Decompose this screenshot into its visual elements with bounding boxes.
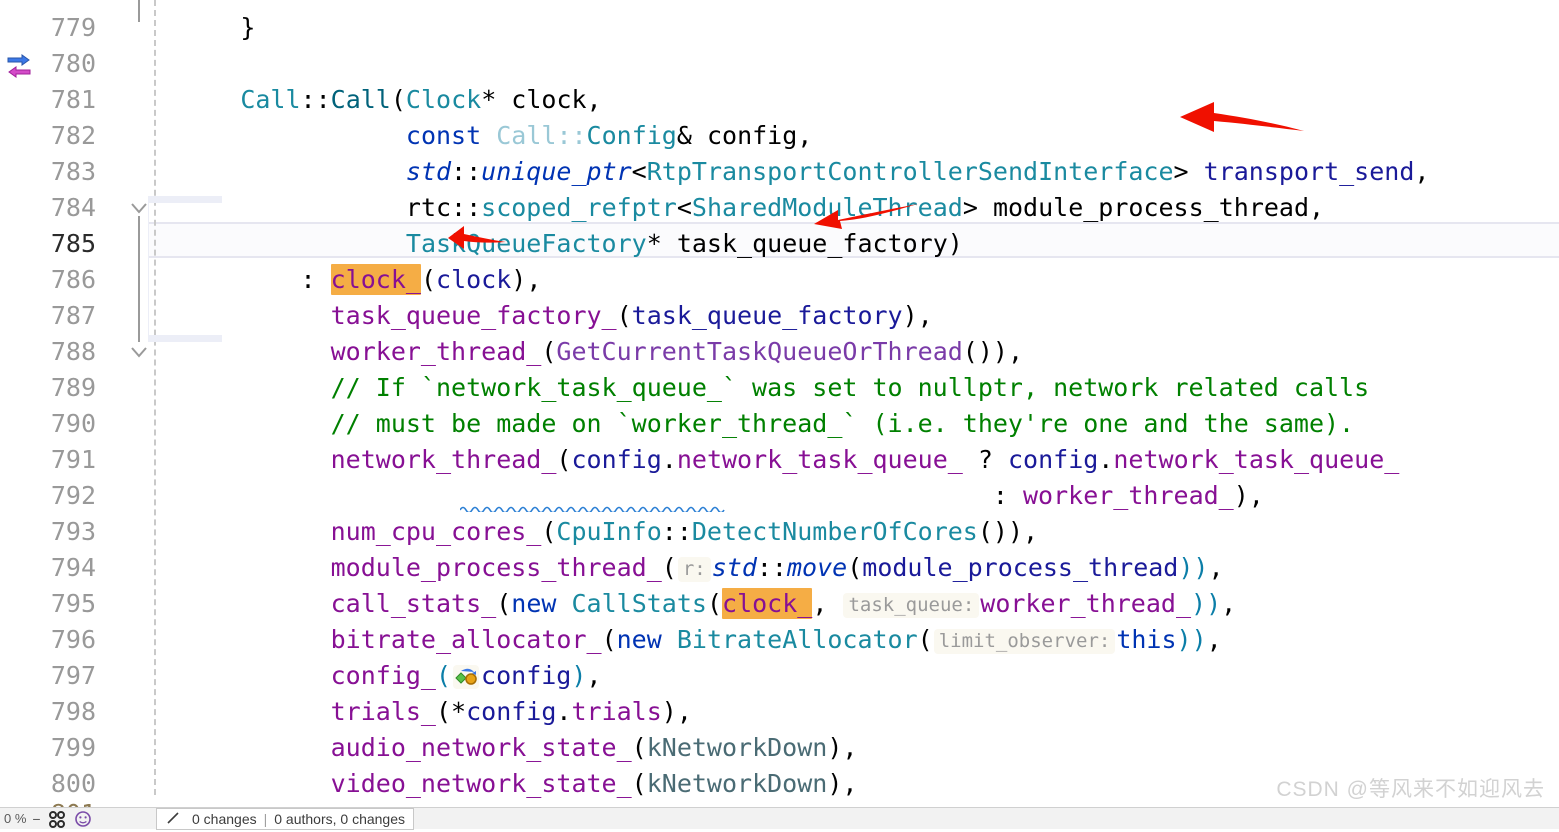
line-number-793: 793 xyxy=(50,517,96,546)
line-number-797: 797 xyxy=(50,661,96,690)
line-number-784: 784 xyxy=(50,193,96,222)
code-line-792[interactable]: num_cpu_cores_(CpuInfo::DetectNumberOfCo… xyxy=(148,478,1559,546)
code-line-786[interactable]: task_queue_factory_(task_queue_factory), xyxy=(148,262,1559,330)
status-separator: | xyxy=(263,810,268,827)
line-number-787: 787 xyxy=(50,301,96,330)
line-number-791: 791 xyxy=(50,445,96,474)
fold-region-line xyxy=(138,216,140,342)
annotate-changes-label: 0 changes xyxy=(192,810,257,827)
annotate-authors-label: 0 authors, 0 changes xyxy=(274,810,406,827)
line-number-779: 779 xyxy=(50,13,96,42)
line-number-792: 792 xyxy=(50,481,96,510)
editor-gutter[interactable]: 778 779 780 781 782 783 784 785 786 787 xyxy=(0,0,148,829)
line-number-796: 796 xyxy=(50,625,96,654)
code-line-783[interactable]: rtc::scoped_refptr<SharedModuleThread> m… xyxy=(148,154,1559,222)
zoom-percent-label: 0 % xyxy=(4,811,27,826)
code-line-791[interactable]: : worker_thread_), xyxy=(148,442,1559,510)
line-number-795: 795 xyxy=(50,589,96,618)
line-number-778: 778 xyxy=(51,0,96,8)
code-line-788[interactable]: // If `network_task_queue_` was set to n… xyxy=(148,334,1559,402)
code-line-785[interactable]: : clock_(clock), xyxy=(148,226,1559,295)
line-number-780: 780 xyxy=(50,49,96,78)
code-line-790[interactable]: network_thread_(config.network_task_queu… xyxy=(148,406,1559,474)
pencil-icon[interactable] xyxy=(165,810,185,828)
line-number-783: 783 xyxy=(50,157,96,186)
code-line-782[interactable]: std::unique_ptr<RtpTransportControllerSe… xyxy=(148,118,1559,186)
code-line-795[interactable]: bitrate_allocator_(new BitrateAllocator(… xyxy=(148,586,1559,654)
code-line-793[interactable]: module_process_thread_(r: std::move(modul… xyxy=(148,514,1559,582)
code-line-779[interactable] xyxy=(148,10,1559,46)
line-number-788: 788 xyxy=(50,337,96,366)
code-line-797[interactable]: trials_(*config.trials), xyxy=(148,658,1559,726)
line-number-790: 790 xyxy=(50,409,96,438)
code-line-789[interactable]: // must be made on `worker_thread_` (i.e… xyxy=(148,370,1559,438)
code-line-778[interactable]: } xyxy=(148,0,1559,42)
line-number-794: 794 xyxy=(50,553,96,582)
line-number-781: 781 xyxy=(50,85,96,114)
line-number-786: 786 xyxy=(50,265,96,294)
code-text-area[interactable]: } Call::Call(Clock* clock, const Call::C… xyxy=(148,0,1559,829)
watermark-text: CSDN @等风来不如迎风去 xyxy=(1276,778,1545,801)
line-number-799: 799 xyxy=(50,733,96,762)
code-editor-window: 778 779 780 781 782 783 784 785 786 787 xyxy=(0,0,1559,830)
fold-region-line-top xyxy=(138,0,140,22)
status-bar[interactable]: 0 % − 0 changes | 0 authors, 0 changes xyxy=(0,807,1559,830)
override-implementation-marker-icon[interactable] xyxy=(4,50,34,80)
line-number-782: 782 xyxy=(50,121,96,150)
branch-icon[interactable] xyxy=(47,810,67,828)
annotate-info-panel[interactable]: 0 changes | 0 authors, 0 changes xyxy=(156,807,415,830)
face-icon[interactable] xyxy=(73,810,93,828)
code-line-796[interactable]: config_( config), xyxy=(148,622,1559,690)
minus-label[interactable]: − xyxy=(32,811,40,827)
code-line-784[interactable]: TaskQueueFactory* task_queue_factory) xyxy=(148,190,1559,258)
line-number-789: 789 xyxy=(50,373,96,402)
error-squiggle xyxy=(460,506,725,512)
code-line-787[interactable]: worker_thread_(GetCurrentTaskQueueOrThre… xyxy=(148,298,1559,366)
code-line-798[interactable]: audio_network_state_(kNetworkDown), xyxy=(148,694,1559,762)
line-number-798: 798 xyxy=(50,697,96,726)
code-line-780[interactable]: Call::Call(Clock* clock, xyxy=(148,46,1559,114)
code-line-799[interactable]: video_network_state_(kNetworkDown), xyxy=(148,730,1559,798)
code-line-781[interactable]: const Call::Config& config, xyxy=(148,82,1559,150)
code-line-794[interactable]: call_stats_(new CallStats(clock_, task_q… xyxy=(148,550,1559,619)
line-number-785: 785 xyxy=(50,229,96,258)
